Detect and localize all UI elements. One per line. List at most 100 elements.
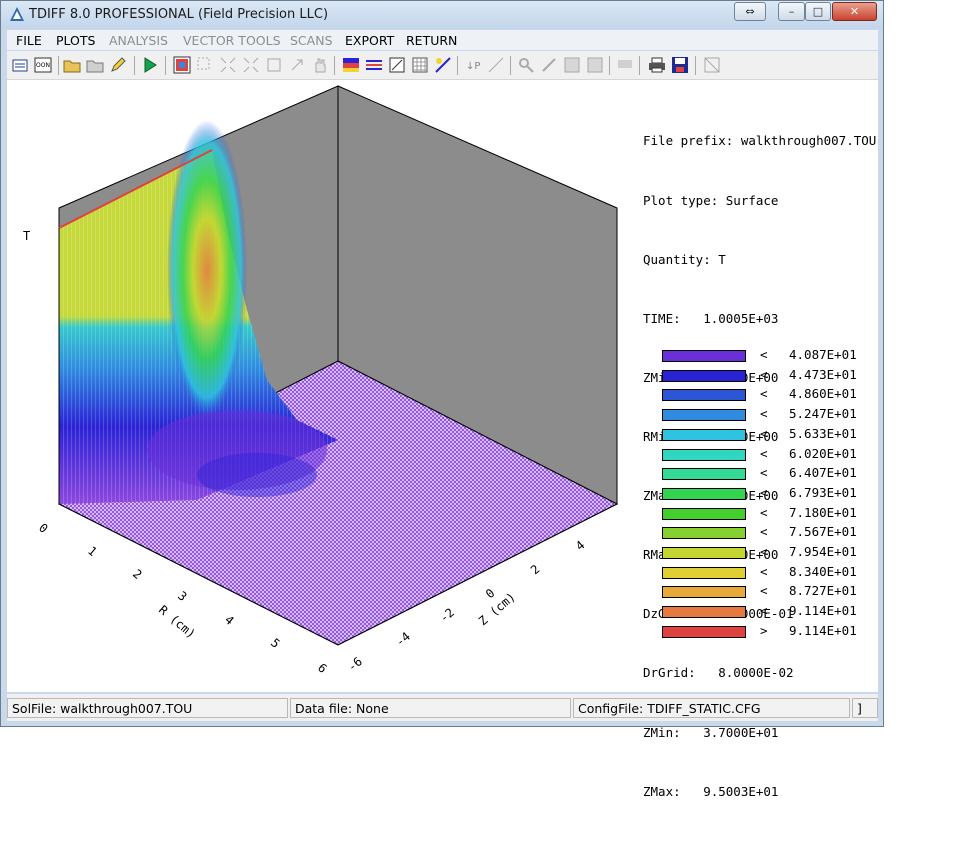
point-icon[interactable]: ↓P <box>464 56 482 74</box>
info-line: DrGrid: 8.0000E-02 <box>643 665 794 681</box>
legend-swatch <box>662 389 746 402</box>
menu-plots[interactable]: PLOTS <box>56 33 95 48</box>
legend-swatch <box>662 428 746 441</box>
legend-op: < <box>760 484 768 500</box>
plot-icon[interactable] <box>173 56 191 74</box>
legend-op: < <box>760 386 768 402</box>
close-icon: ✕ <box>849 5 860 18</box>
maximize-button[interactable]: □ <box>805 2 831 21</box>
status-solfile: SolFile: walkthrough007.TOU <box>7 698 288 718</box>
line-scan-icon[interactable] <box>487 56 505 74</box>
folder-open-icon[interactable] <box>63 56 81 74</box>
legend-swatch <box>662 586 746 599</box>
info-line: ZMin: 3.7000E+01 <box>643 724 779 740</box>
legend-value: 5.633E+01 <box>789 425 857 441</box>
legend-swatch <box>662 409 746 422</box>
window-title: TDIFF 8.0 PROFESSIONAL (Field Precision … <box>29 7 329 22</box>
legend-value: 4.860E+01 <box>789 386 857 402</box>
legend-op: < <box>760 425 768 441</box>
legend-value: 9.114E+01 <box>789 622 857 638</box>
vector-icon[interactable] <box>434 56 452 74</box>
legend-op: < <box>760 583 768 599</box>
application-window: TDIFF 8.0 PROFESSIONAL (Field Precision … <box>0 0 884 799</box>
plotter-icon[interactable] <box>616 56 634 74</box>
legend-value: 7.180E+01 <box>789 504 857 520</box>
color-fill-icon[interactable] <box>342 56 360 74</box>
open-data-icon[interactable] <box>11 56 29 74</box>
legend-swatch <box>662 369 746 382</box>
app-icon <box>10 7 24 21</box>
legend-value: 5.247E+01 <box>789 406 857 422</box>
info-line: Plot type: Surface <box>643 192 779 208</box>
svg-text:OON: OON <box>36 62 50 69</box>
legend-op: < <box>760 524 768 540</box>
disabled-icon[interactable] <box>703 56 721 74</box>
save-icon[interactable] <box>671 56 689 74</box>
legend-op: < <box>760 544 768 559</box>
legend-op: < <box>760 445 768 461</box>
title-bar[interactable]: TDIFF 8.0 PROFESSIONAL (Field Precision … <box>1 1 883 29</box>
legend-value: 9.114E+01 <box>789 603 857 619</box>
legend-value: 4.087E+01 <box>789 347 857 362</box>
menu-file[interactable]: FILE <box>16 33 42 48</box>
pencil-icon[interactable] <box>109 56 127 74</box>
minimize-button[interactable]: – <box>778 2 805 21</box>
folder-icon[interactable] <box>86 56 104 74</box>
menu-analysis[interactable]: ANALYSIS <box>109 33 168 48</box>
hatch2-icon[interactable] <box>586 56 604 74</box>
status-extra: ] <box>852 698 878 718</box>
line-tool-icon[interactable] <box>540 56 558 74</box>
oon-icon[interactable]: OON <box>34 56 52 74</box>
legend-op: < <box>760 504 768 520</box>
legend-value: 4.473E+01 <box>789 366 857 382</box>
legend-swatch <box>662 487 746 500</box>
legend-value: 6.020E+01 <box>789 445 857 461</box>
run-icon[interactable] <box>141 56 159 74</box>
legend-value: 7.567E+01 <box>789 524 857 540</box>
legend-swatch <box>662 606 746 619</box>
fit-icon[interactable] <box>265 56 283 74</box>
status-configfile: ConfigFile: TDIFF_STATIC.CFG <box>573 698 850 718</box>
zoom-select-icon[interactable] <box>196 56 214 74</box>
legend-swatch <box>662 566 746 579</box>
legend-swatch <box>662 507 746 520</box>
grid-icon[interactable] <box>411 56 429 74</box>
swap-icon: ⇔ <box>745 5 755 18</box>
legend-row: >9.114E+01 <box>662 622 882 646</box>
menu-export[interactable]: EXPORT <box>345 33 394 48</box>
contour-icon[interactable] <box>365 56 383 74</box>
legend-op: < <box>760 465 768 481</box>
legend-op: < <box>760 347 768 362</box>
legend-swatch <box>662 527 746 540</box>
legend-swatch <box>662 468 746 481</box>
magnify-icon[interactable] <box>517 56 535 74</box>
info-line: File prefix: walkthrough007.TOU <box>643 133 877 149</box>
swap-button[interactable]: ⇔ <box>734 2 766 21</box>
legend-op: < <box>760 603 768 619</box>
menu-vector-tools[interactable]: VECTOR TOOLS <box>183 33 281 48</box>
expand-icon[interactable] <box>242 56 260 74</box>
legend-value: 8.727E+01 <box>789 583 857 599</box>
status-bar: SolFile: walkthrough007.TOU Data file: N… <box>7 694 878 721</box>
maximize-icon: □ <box>812 5 824 18</box>
menu-return[interactable]: RETURN <box>406 33 457 48</box>
menu-bar: FILE PLOTS ANALYSIS VECTOR TOOLS SCANS E… <box>7 30 878 50</box>
hatch-icon[interactable] <box>563 56 581 74</box>
info-line: ZMax: 9.5003E+01 <box>643 783 779 799</box>
menu-scans[interactable]: SCANS <box>290 33 333 48</box>
legend-swatch <box>662 448 746 461</box>
shrink-icon[interactable] <box>219 56 237 74</box>
legend-swatch <box>662 625 746 638</box>
arrow-icon[interactable] <box>288 56 306 74</box>
legend-value: 7.954E+01 <box>789 544 857 559</box>
close-button[interactable]: ✕ <box>832 2 877 21</box>
hand-icon[interactable] <box>311 56 329 74</box>
element-icon[interactable] <box>388 56 406 74</box>
legend-op: < <box>760 406 768 422</box>
legend-op: > <box>760 622 768 638</box>
print-icon[interactable] <box>648 56 666 74</box>
status-datafile: Data file: None <box>290 698 571 718</box>
toolbar: OON ↓P <box>7 51 878 80</box>
minimize-icon: – <box>788 5 795 18</box>
surface-plot <box>57 85 619 646</box>
